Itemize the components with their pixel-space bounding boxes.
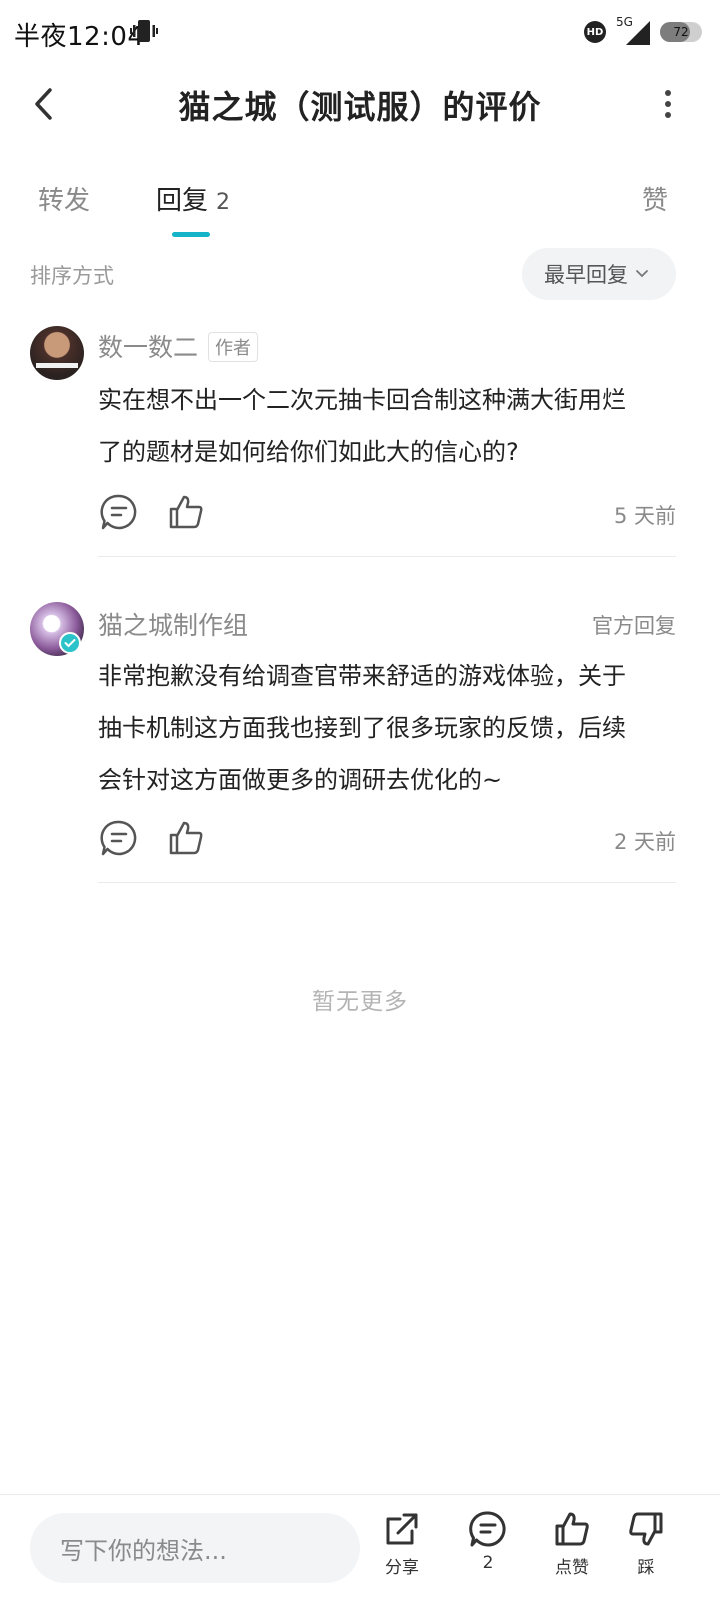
divider bbox=[98, 882, 676, 883]
like-button[interactable]: 点赞 bbox=[542, 1509, 602, 1578]
vertical-dots-icon bbox=[665, 90, 671, 118]
divider bbox=[98, 556, 676, 557]
status-time: 半夜12:04 bbox=[14, 22, 145, 52]
dislike-label: 踩 bbox=[637, 1558, 655, 1578]
comment-text: 非常抱歉没有给调查官带来舒适的游戏体验，关于 抽卡机制这方面我也接到了很多玩家的… bbox=[98, 650, 680, 806]
thumbs-down-icon bbox=[629, 1512, 663, 1546]
tab-forward-label: 转发 bbox=[38, 186, 91, 216]
thumbs-up-icon bbox=[555, 1512, 589, 1546]
comment-button[interactable]: 2 bbox=[458, 1509, 518, 1573]
comment-text-line: 非常抱歉没有给调查官带来舒适的游戏体验，关于 bbox=[98, 662, 626, 690]
comment-input[interactable]: 写下你的想法... bbox=[30, 1513, 360, 1583]
network-label: 5G bbox=[616, 15, 633, 29]
author-tag: 作者 bbox=[208, 332, 258, 362]
like-label: 点赞 bbox=[555, 1558, 589, 1578]
sort-dropdown[interactable]: 最早回复 bbox=[522, 248, 676, 300]
dislike-button[interactable]: 踩 bbox=[616, 1509, 676, 1578]
comment-item: 猫之城制作组 官方回复 非常抱歉没有给调查官带来舒适的游戏体验，关于 抽卡机制这… bbox=[0, 596, 720, 886]
comment-icon bbox=[469, 1511, 506, 1547]
sort-label: 排序方式 bbox=[30, 264, 114, 288]
comment-author-name[interactable]: 数一数二 bbox=[98, 328, 198, 364]
chevron-down-icon bbox=[636, 270, 648, 278]
sort-selected: 最早回复 bbox=[544, 263, 628, 287]
comment-reply-icon[interactable] bbox=[99, 818, 139, 858]
comment-text-line: 抽卡机制这方面我也接到了很多玩家的反馈，后续 bbox=[98, 714, 626, 742]
tab-reply-label: 回复 bbox=[156, 186, 209, 216]
verified-badge bbox=[59, 632, 81, 654]
share-button[interactable]: 分享 bbox=[372, 1509, 432, 1578]
header: 猫之城（测试服）的评价 bbox=[0, 64, 720, 148]
avatar[interactable] bbox=[30, 326, 84, 380]
comment-author-name[interactable]: 猫之城制作组 bbox=[98, 606, 248, 642]
thumbs-up-icon[interactable] bbox=[166, 818, 206, 858]
battery-level: 72 bbox=[673, 25, 689, 39]
share-icon bbox=[386, 1513, 418, 1545]
sort-row: 排序方式 最早回复 bbox=[0, 248, 720, 304]
more-button[interactable] bbox=[656, 84, 680, 124]
share-label: 分享 bbox=[385, 1558, 419, 1578]
comment-time: 2 天前 bbox=[613, 830, 676, 854]
chevron-left-icon bbox=[35, 88, 52, 120]
comment-text-line: 了的题材是如何给你们如此大的信心的? bbox=[98, 438, 519, 466]
tab-reply[interactable]: 回复 2 bbox=[156, 180, 230, 217]
page-title: 猫之城（测试服）的评价 bbox=[178, 88, 542, 126]
comment-time: 5 天前 bbox=[613, 504, 676, 528]
comment-reply-icon[interactable] bbox=[99, 492, 139, 532]
official-reply-tag: 官方回复 bbox=[592, 614, 676, 638]
tab-like[interactable]: 赞 bbox=[642, 180, 668, 217]
hd-badge: HD bbox=[584, 21, 606, 43]
back-button[interactable] bbox=[22, 82, 66, 126]
bottom-bar: 写下你的想法... 分享 2 点赞 踩 bbox=[0, 1494, 720, 1600]
status-bar: 半夜12:04 HD 5G 72 bbox=[0, 0, 720, 64]
comment-text-line: 会针对这方面做更多的调研去优化的~ bbox=[98, 766, 503, 794]
comment-count: 2 bbox=[482, 1553, 494, 1573]
comment-item: 数一数二 作者 实在想不出一个二次元抽卡回合制这种满大街用烂 了的题材是如何给你… bbox=[0, 318, 720, 558]
tab-bar: 转发 回复 2 赞 bbox=[0, 170, 720, 242]
no-more-label: 暂无更多 bbox=[312, 989, 408, 1015]
signal-icon: 5G bbox=[616, 15, 650, 45]
active-tab-indicator bbox=[172, 232, 210, 237]
comment-text-line: 实在想不出一个二次元抽卡回合制这种满大街用烂 bbox=[98, 386, 626, 414]
tab-forward[interactable]: 转发 bbox=[38, 180, 90, 217]
check-icon bbox=[64, 639, 76, 648]
tab-reply-count: 2 bbox=[216, 190, 231, 215]
battery-icon: 72 bbox=[660, 22, 702, 42]
tab-like-label: 赞 bbox=[641, 186, 668, 216]
vibrate-icon bbox=[130, 20, 158, 42]
thumbs-up-icon[interactable] bbox=[166, 492, 206, 532]
comment-text: 实在想不出一个二次元抽卡回合制这种满大街用烂 了的题材是如何给你们如此大的信心的… bbox=[98, 374, 680, 478]
